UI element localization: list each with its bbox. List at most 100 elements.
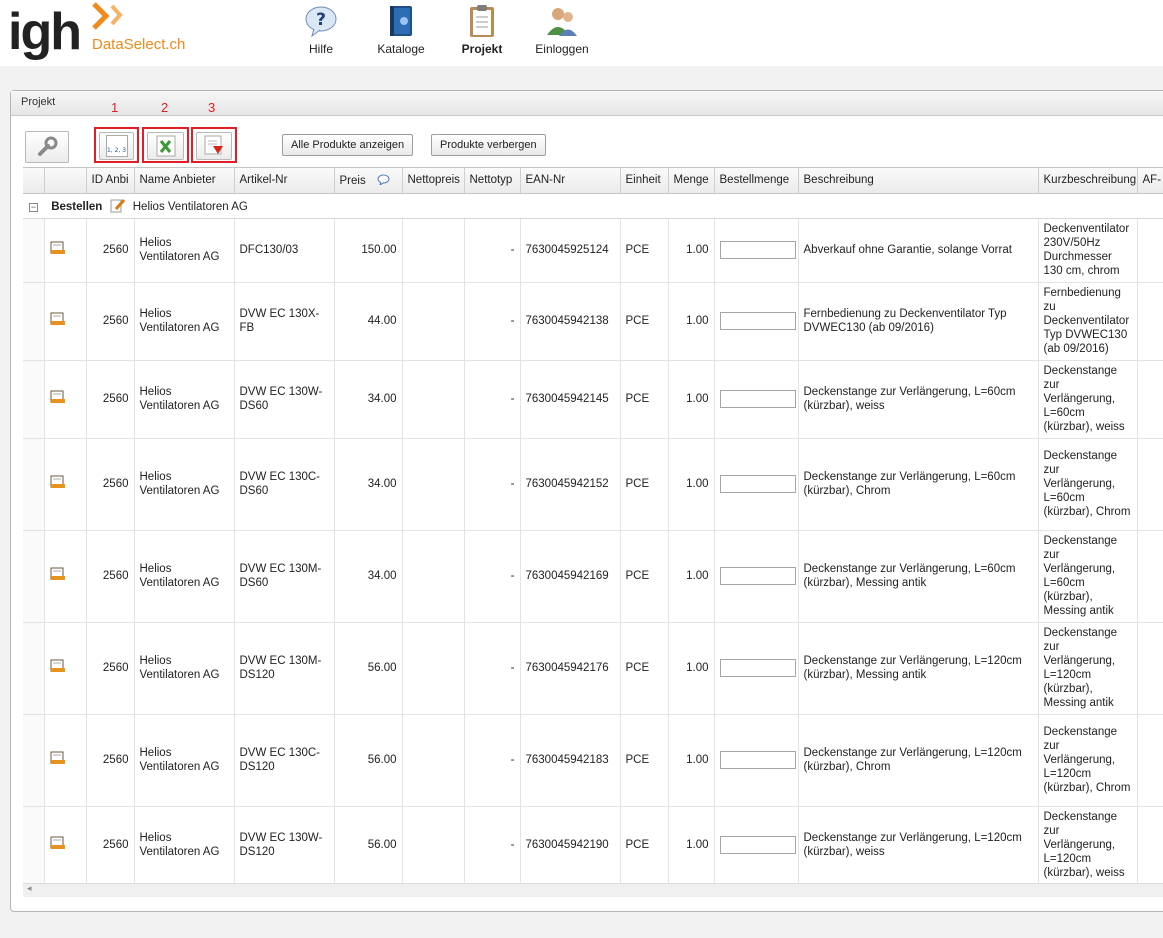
cell-nettopreis	[402, 530, 465, 623]
cell-article: DVW EC 130W-DS120	[234, 806, 335, 883]
cell-description: Abverkauf ohne Garantie, solange Vorrat	[798, 218, 1039, 283]
nav-einloggen[interactable]: Einloggen	[533, 4, 591, 60]
cell-af	[1137, 218, 1163, 283]
logo-text: igh	[8, 3, 82, 61]
cell-short-description: Deckenstange zur Verlängerung, L=120cm (…	[1038, 806, 1138, 883]
cell-nettotyp: -	[464, 806, 521, 883]
header-description[interactable]: Beschreibung	[798, 168, 1039, 194]
cell-short-description: Deckenstange zur Verlängerung, L=120cm (…	[1038, 714, 1138, 807]
order-quantity-input[interactable]	[719, 312, 796, 330]
cell-qty: 1.00	[668, 438, 715, 531]
collapse-toggle[interactable]: −	[29, 203, 38, 212]
cell-nettotyp: -	[464, 622, 521, 715]
row-detail-icon[interactable]	[44, 530, 87, 623]
row-detail-icon[interactable]	[44, 622, 87, 715]
cell-price: 56.00	[334, 806, 403, 883]
document-orange-icon	[50, 567, 65, 580]
order-quantity-input[interactable]	[719, 241, 796, 259]
cell-unit: PCE	[620, 438, 669, 531]
users-icon	[545, 4, 579, 38]
excel-export-button[interactable]	[147, 132, 184, 160]
cell-nettopreis	[402, 622, 465, 715]
nav-hilfe[interactable]: ? Hilfe	[300, 4, 342, 60]
row-detail-icon[interactable]	[44, 806, 87, 883]
header-price-label: Preis	[339, 174, 366, 187]
scroll-left-arrow[interactable]: ◂	[27, 884, 32, 894]
row-detail-icon[interactable]	[44, 282, 87, 361]
horizontal-scrollbar[interactable]: ◂	[23, 883, 1163, 897]
nav-einloggen-label: Einloggen	[535, 42, 589, 56]
cell-qty: 1.00	[668, 218, 715, 283]
table-row: 2560 Helios Ventilatoren AG DVW EC 130C-DS…	[23, 438, 1163, 531]
cell-description: Deckenstange zur Verlängerung, L=60cm (k…	[798, 360, 1039, 439]
header-qty[interactable]: Menge	[668, 168, 715, 194]
cell-ean: 7630045942169	[520, 530, 621, 623]
cell-name: Helios Ventilatoren AG	[134, 806, 235, 883]
cell-order-qty	[714, 438, 799, 531]
settings-button[interactable]	[25, 131, 69, 163]
cell-short-description: Deckenstange zur Verlängerung, L=60cm (k…	[1038, 530, 1138, 623]
row-detail-icon[interactable]	[44, 360, 87, 439]
header-af[interactable]: AF-	[1137, 168, 1163, 194]
pdf-download-button[interactable]	[196, 132, 232, 160]
order-quantity-input[interactable]	[719, 751, 796, 769]
order-quantity-input[interactable]	[719, 475, 796, 493]
row-spacer	[23, 530, 45, 623]
order-quantity-input[interactable]	[719, 390, 796, 408]
cell-af	[1137, 360, 1163, 439]
project-panel: Projekt 1 2 3 1, 2, 3 Alle Produkte anze…	[10, 90, 1163, 912]
header-ean[interactable]: EAN-Nr	[520, 168, 621, 194]
header-nettotyp[interactable]: Nettotyp	[464, 168, 521, 194]
cell-article: DVW EC 130M-DS60	[234, 530, 335, 623]
document-orange-icon	[50, 836, 65, 849]
cell-price: 56.00	[334, 714, 403, 807]
cell-name: Helios Ventilatoren AG	[134, 714, 235, 807]
header-article[interactable]: Artikel-Nr	[234, 168, 335, 194]
cell-af	[1137, 438, 1163, 531]
order-quantity-input[interactable]	[719, 836, 796, 854]
numbering-button[interactable]: 1, 2, 3	[99, 132, 134, 160]
order-quantity-input[interactable]	[719, 567, 796, 585]
show-all-products-button[interactable]: Alle Produkte anzeigen	[282, 134, 414, 156]
cell-article: DVW EC 130M-DS120	[234, 622, 335, 715]
order-quantity-input[interactable]	[719, 659, 796, 677]
cell-unit: PCE	[620, 360, 669, 439]
cell-nettopreis	[402, 218, 465, 283]
nav-kataloge-label: Kataloge	[377, 42, 425, 56]
cell-qty: 1.00	[668, 360, 715, 439]
header-unit[interactable]: Einheit	[620, 168, 669, 194]
cell-nettotyp: -	[464, 282, 521, 361]
nav-kataloge[interactable]: Kataloge	[373, 4, 429, 60]
igh-logo[interactable]: igh DataSelect.ch	[8, 2, 198, 62]
header-short-description[interactable]: Kurzbeschreibung	[1038, 168, 1138, 194]
row-spacer	[23, 714, 45, 807]
cell-nettotyp: -	[464, 714, 521, 807]
row-detail-icon[interactable]	[44, 438, 87, 531]
cell-unit: PCE	[620, 530, 669, 623]
row-spacer	[23, 360, 45, 439]
cell-name: Helios Ventilatoren AG	[134, 282, 235, 361]
group-vendor: Helios Ventilatoren AG	[132, 201, 248, 213]
header-name[interactable]: Name Anbieter	[134, 168, 235, 194]
hide-products-button[interactable]: Produkte verbergen	[431, 134, 546, 156]
table-row: 2560 Helios Ventilatoren AG DVW EC 130C-DS…	[23, 714, 1163, 807]
numbered-page-icon: 1, 2, 3	[105, 135, 128, 157]
group-row: − Bestellen Helios Ventilatoren AG	[23, 193, 1163, 219]
cell-order-qty	[714, 530, 799, 623]
cell-nettopreis	[402, 806, 465, 883]
cell-qty: 1.00	[668, 806, 715, 883]
cell-ean: 7630045942145	[520, 360, 621, 439]
header-nettopreis[interactable]: Nettopreis	[402, 168, 465, 194]
row-detail-icon[interactable]	[44, 218, 87, 283]
row-detail-icon[interactable]	[44, 714, 87, 807]
cell-unit: PCE	[620, 622, 669, 715]
project-grid: ID Anbi Name Anbieter Artikel-Nr Preis N…	[23, 167, 1163, 883]
excel-page-icon	[156, 135, 175, 157]
header-price[interactable]: Preis	[334, 168, 403, 194]
nav-projekt[interactable]: Projekt	[456, 4, 508, 60]
edit-pencil-icon[interactable]	[110, 197, 126, 213]
panel-title: Projekt	[11, 91, 1163, 116]
header-order-qty[interactable]: Bestellmenge	[714, 168, 799, 194]
header-id[interactable]: ID Anbi	[86, 168, 135, 194]
cell-ean: 7630045942138	[520, 282, 621, 361]
